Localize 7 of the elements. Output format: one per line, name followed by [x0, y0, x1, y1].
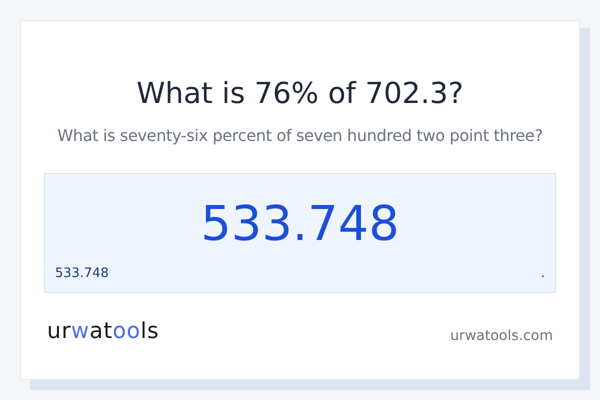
result-small-value: 533.748 — [55, 265, 109, 283]
logo: urwatools — [47, 319, 160, 345]
site-url: urwatools.com — [450, 327, 553, 345]
result-value: 533.748 — [200, 195, 400, 254]
question-subtitle: What is seventy-six percent of seven hundred two point three? — [56, 125, 544, 147]
question-title: What is 76% of 702.3? — [135, 75, 465, 111]
result-mark: . — [540, 265, 545, 283]
